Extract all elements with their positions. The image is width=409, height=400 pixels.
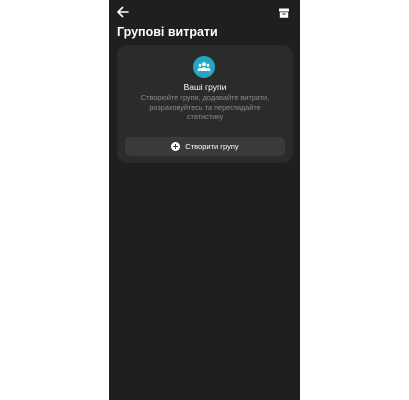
archive-icon xyxy=(279,8,289,18)
create-group-button[interactable]: Створити групу xyxy=(125,137,285,156)
group-avatar xyxy=(193,56,215,78)
archive-button[interactable] xyxy=(278,6,290,18)
empty-state-description: Створюйте групи, додавайте витрати, розр… xyxy=(140,93,270,122)
back-button[interactable] xyxy=(115,5,129,19)
top-bar xyxy=(109,0,300,24)
plus-circle-icon xyxy=(171,142,181,151)
arrow-left-icon xyxy=(116,6,129,18)
empty-state-title: Ваші групи xyxy=(183,82,227,92)
create-group-label: Створити групу xyxy=(185,142,239,151)
page-title: Групові витрати xyxy=(117,25,218,39)
group-icon xyxy=(197,62,211,71)
app-screen: Групові витрати Ваші групи Створюйте гру… xyxy=(109,0,300,400)
groups-empty-card: Ваші групи Створюйте групи, додавайте ви… xyxy=(117,45,293,163)
